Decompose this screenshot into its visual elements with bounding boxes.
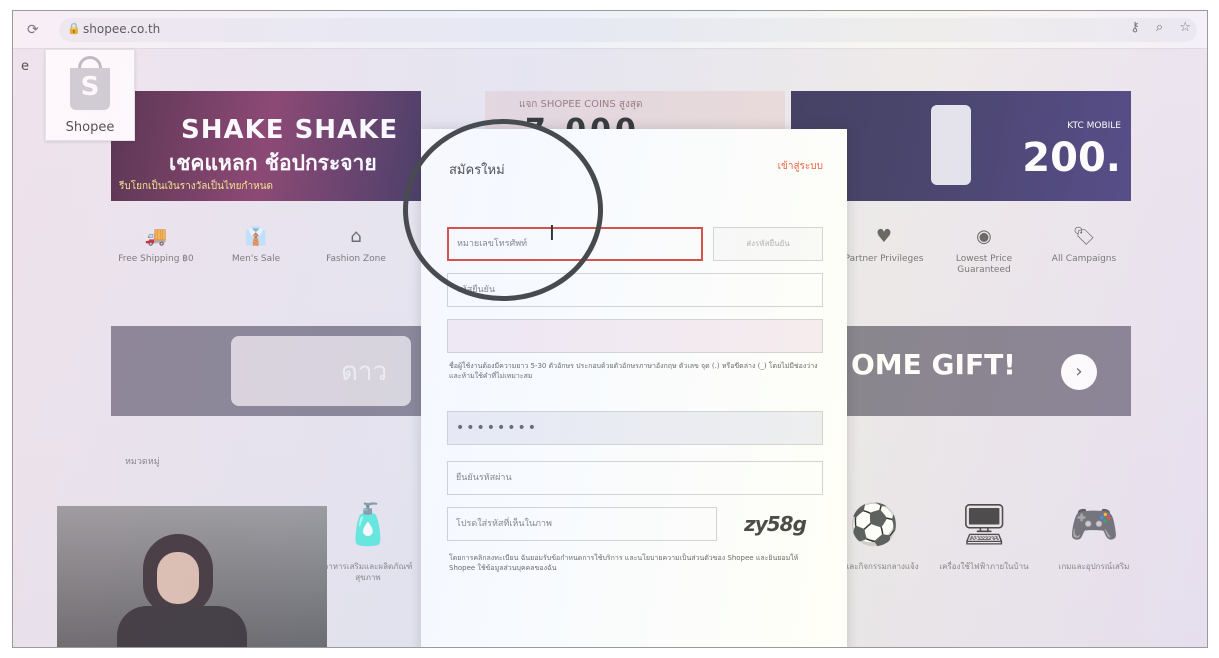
login-link[interactable]: เข้าสู่ระบบ [778, 159, 823, 174]
confirm-password-input[interactable] [448, 462, 822, 494]
promo-left-text: ดาว [341, 357, 388, 387]
confirm-password-field[interactable] [447, 461, 823, 495]
gamepad-icon: 🎮 [1069, 502, 1119, 548]
logo-letter: S [80, 72, 100, 102]
product-category-supplements[interactable]: 🧴 อาหารเสริมและผลิตภัณฑ์สุขภาพ [313, 501, 423, 583]
category-partner-privileges[interactable]: ♥ Partner Privileges [839, 226, 929, 265]
category-lowest-price[interactable]: ◉ Lowest Price Guaranteed [939, 226, 1029, 276]
promo-right-text: OME GIFT! [851, 348, 1016, 381]
lock-icon: 🔒 [67, 22, 81, 35]
banner-note: รีบโยกเป็นเงินรางวัลเป็นไทยกำหนด [119, 181, 274, 192]
shirt-icon: 👔 [244, 226, 268, 247]
terms-text: โดยการคลิกลงทะเบียน ฉันยอมรับข้อกำหนดการ… [449, 554, 799, 572]
ktc-label: KTC MOBILE [1067, 121, 1121, 131]
address-bar[interactable]: 🔒 shopee.co.th ⚷ ⌕ ☆ [59, 18, 1197, 42]
star-icon[interactable]: ☆ [1179, 20, 1191, 35]
badge-icon: ◉ [976, 226, 992, 247]
captcha-image[interactable]: zy58g [727, 507, 823, 541]
username-hint: ชื่อผู้ใช้งานต้องมีความยาว 5-30 ตัวอักษร… [449, 362, 818, 380]
reload-icon[interactable]: ⟳ [27, 21, 39, 39]
coins-label: แจก SHOPEE COINS สูงสุด [519, 99, 643, 110]
password-input[interactable] [448, 412, 822, 444]
username-field[interactable] [447, 319, 823, 353]
carousel-next-button[interactable]: › [1061, 354, 1097, 390]
monitor-icon: 🖥 [958, 502, 1010, 548]
browser-toolbar: ⟳ 🔒 shopee.co.th ⚷ ⌕ ☆ [13, 11, 1207, 49]
category-free-shipping[interactable]: 🚚 Free Shipping ฿0 [111, 226, 201, 265]
password-field[interactable] [447, 411, 823, 445]
presenter-face [157, 552, 199, 604]
banner-subtitle: เชคแหลก ช้อปกระจาย [169, 151, 377, 175]
shake-shake-banner[interactable]: SHAKE SHAKE เชคแหลก ช้อปกระจาย รีบโยกเป็… [111, 91, 421, 201]
logo-name: Shopee [65, 120, 115, 135]
presenter-video [57, 506, 327, 647]
zoom-icon[interactable]: ⌕ [1156, 20, 1163, 35]
edge-letter: e [21, 59, 29, 74]
username-input[interactable] [448, 320, 822, 352]
address-actions: ⚷ ⌕ ☆ [1118, 20, 1191, 35]
category-all-campaigns[interactable]: 🏷 All Campaigns [1039, 226, 1129, 265]
truck-icon: 🚚 [144, 226, 168, 247]
category-mens-sale[interactable]: 👔 Men's Sale [211, 226, 301, 265]
send-code-button[interactable]: ส่งรหัสยืนยัน [713, 227, 823, 261]
bottle-icon: 🧴 [343, 502, 393, 548]
highlight-circle [403, 119, 603, 301]
product-category-home-appliances[interactable]: 🖥 เครื่องใช้ไฟฟ้าภายในบ้าน [929, 501, 1039, 572]
category-fashion-zone[interactable]: ⌂ Fashion Zone [311, 226, 401, 265]
shopee-logo[interactable]: S Shopee [45, 49, 135, 141]
tag-icon: 🏷 [1072, 226, 1096, 247]
category-section-title: หมวดหมู่ [125, 457, 160, 467]
product-category-gaming[interactable]: 🎮 เกมและอุปกรณ์เสริม [1039, 501, 1149, 572]
phone-image [931, 105, 971, 185]
browser-window: ⟳ 🔒 shopee.co.th ⚷ ⌕ ☆ e SHAKE SHAKE เชค… [12, 10, 1208, 648]
key-icon[interactable]: ⚷ [1130, 20, 1140, 35]
ktc-amount: 200. [1022, 135, 1121, 181]
captcha-field[interactable] [447, 507, 717, 541]
hanger-icon: ⌂ [350, 226, 362, 247]
heart-icon: ♥ [875, 226, 893, 247]
address-url[interactable]: shopee.co.th [83, 22, 160, 36]
captcha-input[interactable] [448, 508, 716, 540]
presenter-body [117, 606, 247, 647]
banner-title: SHAKE SHAKE [181, 115, 399, 145]
